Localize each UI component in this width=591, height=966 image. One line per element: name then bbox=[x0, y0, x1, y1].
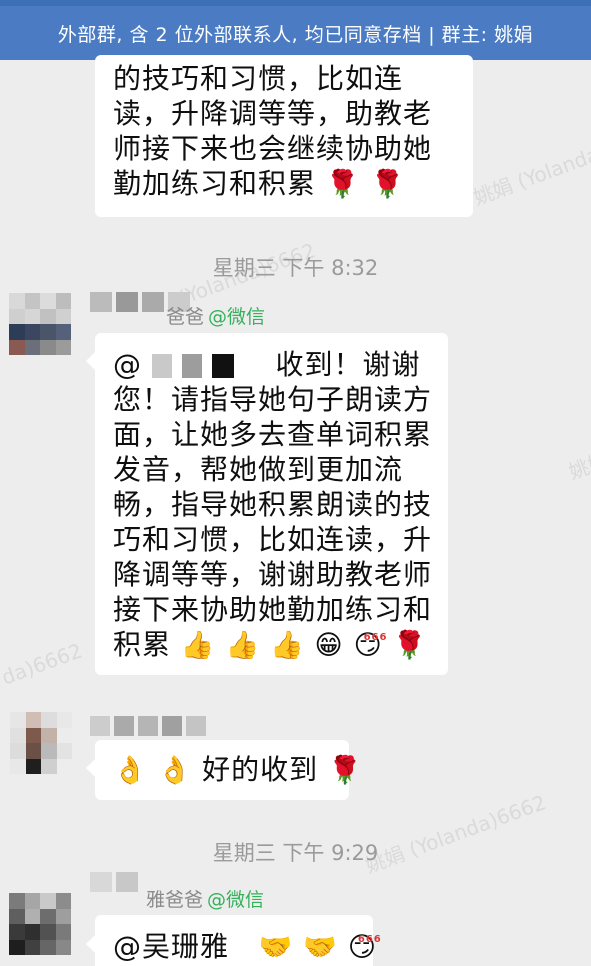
avatar[interactable] bbox=[9, 293, 71, 355]
message-text: 勤加练习和积累 bbox=[113, 167, 317, 200]
message-text: 积累 bbox=[113, 628, 172, 661]
emoji-badge-666: 666 bbox=[357, 934, 382, 945]
message-bubble[interactable]: 👌 👌 好的收到 🌹 bbox=[95, 740, 362, 800]
message-line: 畅，指导她积累朗读的技 bbox=[113, 488, 433, 521]
ok-hand-emoji-icon: 👌 bbox=[113, 755, 148, 786]
message-line: 的技巧和习惯，比如连 bbox=[113, 62, 404, 95]
message-line: 师接下来也会继续协助她 bbox=[113, 132, 433, 165]
message-line: 接下来协助她勤加练习和 bbox=[113, 593, 433, 626]
grin-emoji-icon: 😁 bbox=[314, 630, 344, 661]
message-bubble[interactable]: @ 收到！谢谢 您！请指导她句子朗读方 面，让她多去查单词积累 发音，帮她做到更… bbox=[95, 333, 448, 675]
redacted-name bbox=[211, 354, 234, 378]
message-line: 降调等等，谢谢助教老师 bbox=[113, 558, 433, 591]
sender-suffix: 雅爸爸 bbox=[146, 889, 204, 911]
rose-emoji-icon: 🌹 bbox=[370, 169, 406, 200]
message-line: 发音，帮她做到更加流 bbox=[113, 453, 404, 486]
sender-suffix: 爸爸 bbox=[166, 306, 205, 328]
message-line: @吴珊雅 🤝 🤝 😏 666 bbox=[113, 929, 381, 964]
bubble-pointer bbox=[86, 935, 95, 953]
watermark: 姚娟 bbox=[565, 447, 591, 485]
message-text: 收到！谢谢 bbox=[275, 348, 421, 381]
message-bubble[interactable]: 的技巧和习惯，比如连 读，升降调等等，助教老 师接下来也会继续协助她 勤加练习和… bbox=[95, 55, 473, 217]
message-line: 巧和习惯，比如连读，升 bbox=[113, 523, 433, 556]
watermark: 姚娟 (Yolanda bbox=[470, 142, 591, 210]
ok-hand-emoji-icon: 👌 bbox=[157, 755, 193, 786]
message-line: @ 收到！谢谢 bbox=[113, 347, 430, 382]
external-group-banner: 外部群, 含 2 位外部联系人, 均已同意存档 | 群主: 姚娟 bbox=[0, 6, 591, 60]
message-bubble[interactable]: @吴珊雅 🤝 🤝 😏 666 bbox=[95, 915, 381, 966]
redacted-name bbox=[151, 354, 172, 378]
message-line: 读，升降调等等，助教老 bbox=[113, 97, 433, 130]
bubble-pointer bbox=[86, 759, 95, 777]
bubble-pointer bbox=[86, 352, 95, 370]
timestamp: 星期三 下午 9:29 bbox=[212, 841, 379, 865]
sender-name bbox=[90, 716, 206, 736]
message-text: 好的收到 bbox=[202, 753, 319, 786]
watermark: da)6662 bbox=[0, 638, 86, 690]
sender-name-label: 雅爸爸 @微信 bbox=[146, 885, 264, 912]
wechat-tag: @微信 bbox=[207, 889, 265, 911]
message-line: 积累 👍 👍 👍 😁 😏 666 🌹 bbox=[113, 627, 430, 662]
sender-name-label: 爸爸 @微信 bbox=[166, 302, 265, 329]
thumbs-up-emoji-icon: 👍 bbox=[225, 630, 261, 661]
thumbs-up-emoji-icon: 👍 bbox=[269, 630, 305, 661]
smirk-666-emoji-icon: 😏 666 bbox=[354, 631, 387, 661]
emoji-badge-666: 666 bbox=[363, 632, 388, 643]
rose-emoji-icon: 🌹 bbox=[392, 630, 428, 661]
avatar[interactable] bbox=[10, 712, 72, 774]
rose-emoji-icon: 🌹 bbox=[327, 755, 363, 786]
timestamp: 星期三 下午 8:32 bbox=[212, 256, 379, 280]
thumbs-up-emoji-icon: 👍 bbox=[180, 630, 216, 661]
handshake-emoji-icon: 🤝 bbox=[258, 932, 294, 963]
message-line: 您！请指导她句子朗读方 bbox=[113, 383, 433, 416]
message-line: 勤加练习和积累 🌹 🌹 bbox=[113, 166, 455, 201]
message-line: 面，让她多去查单词积累 bbox=[113, 418, 433, 451]
message-line: 👌 👌 好的收到 🌹 bbox=[113, 752, 362, 787]
avatar[interactable] bbox=[9, 893, 71, 955]
sender-name bbox=[90, 872, 138, 892]
rose-emoji-icon: 🌹 bbox=[325, 169, 361, 200]
wechat-tag: @微信 bbox=[208, 306, 266, 328]
mention-prefix: @ bbox=[113, 348, 142, 381]
handshake-emoji-icon: 🤝 bbox=[303, 932, 338, 963]
redacted-name bbox=[181, 354, 202, 378]
message-text: @吴珊雅 bbox=[113, 930, 230, 963]
smirk-666-emoji-icon: 😏 666 bbox=[348, 933, 381, 963]
